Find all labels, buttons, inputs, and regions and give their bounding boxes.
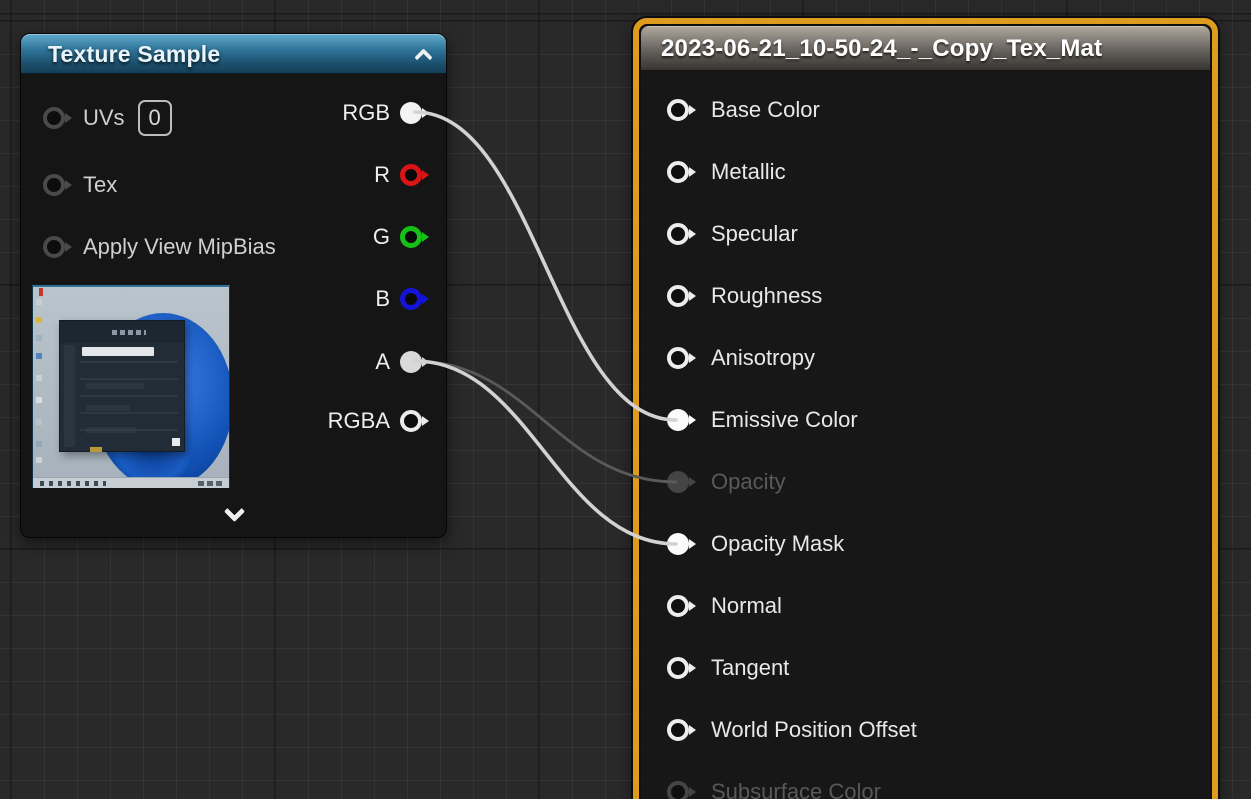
- pin-row-opacity-mask: Opacity Mask: [667, 528, 844, 560]
- tex-input-pin[interactable]: [43, 174, 73, 196]
- opacity-pin[interactable]: [667, 471, 697, 493]
- specular-pin[interactable]: [667, 223, 697, 245]
- pin-row-opacity: Opacity: [667, 466, 786, 498]
- output-pin-row-r: R: [374, 159, 430, 191]
- opacity-mask-pin[interactable]: [667, 533, 697, 555]
- pin-row-emissive-color: Emissive Color: [667, 404, 858, 436]
- pin-row-world-position-offset: World Position Offset: [667, 714, 917, 746]
- g-output-label: G: [373, 224, 390, 250]
- pin-row-anisotropy: Anisotropy: [667, 342, 815, 374]
- r-output-label: R: [374, 162, 390, 188]
- mipbias-input-label: Apply View MipBias: [83, 234, 276, 260]
- material-node-title: 2023-06-21_10-50-24_-_Copy_Tex_Mat: [661, 35, 1102, 63]
- subsurface-color-pin[interactable]: [667, 781, 697, 799]
- preview-desktop-icons-graphic: [36, 299, 42, 305]
- output-pin-row-rgb: RGB: [342, 97, 430, 129]
- preview-app-window-graphic: [59, 320, 185, 452]
- rgba-output-label: RGBA: [328, 408, 390, 434]
- world-position-offset-pin[interactable]: [667, 719, 697, 741]
- material-node-selection-border: 2023-06-21_10-50-24_-_Copy_Tex_Mat Base …: [633, 18, 1218, 799]
- pin-row-subsurface-color: Subsurface Color: [667, 776, 881, 799]
- r-output-pin[interactable]: [400, 164, 430, 186]
- tex-input-label: Tex: [83, 172, 117, 198]
- base-color-pin[interactable]: [667, 99, 697, 121]
- texture-sample-node-header[interactable]: Texture Sample: [21, 34, 446, 74]
- normal-pin[interactable]: [667, 595, 697, 617]
- pin-row-normal: Normal: [667, 590, 782, 622]
- texture-sample-node[interactable]: Texture Sample UVs 0 Tex Apply View MipB…: [20, 33, 447, 538]
- b-output-label: B: [375, 286, 390, 312]
- input-pin-row-mipbias: Apply View MipBias: [43, 231, 276, 263]
- rgb-output-pin[interactable]: [400, 102, 430, 124]
- material-output-node[interactable]: 2023-06-21_10-50-24_-_Copy_Tex_Mat Base …: [641, 26, 1210, 799]
- uvs-input-label: UVs: [83, 105, 125, 131]
- rgb-output-label: RGB: [342, 100, 390, 126]
- pin-row-specular: Specular: [667, 218, 798, 250]
- mipbias-input-pin[interactable]: [43, 236, 73, 258]
- a-output-pin[interactable]: [400, 351, 430, 373]
- b-output-pin[interactable]: [400, 288, 430, 310]
- g-output-pin[interactable]: [400, 226, 430, 248]
- pin-row-base-color: Base Color: [667, 94, 820, 126]
- a-output-label: A: [375, 349, 390, 375]
- output-pin-row-g: G: [373, 221, 430, 253]
- input-pin-row-uvs: UVs 0: [43, 102, 172, 134]
- input-pin-row-tex: Tex: [43, 169, 117, 201]
- output-pin-row-b: B: [375, 283, 430, 315]
- pin-row-tangent: Tangent: [667, 652, 789, 684]
- rgba-output-pin[interactable]: [400, 410, 430, 432]
- metallic-pin[interactable]: [667, 161, 697, 183]
- chevron-up-icon[interactable]: [414, 48, 432, 66]
- output-pin-row-rgba: RGBA: [328, 405, 430, 437]
- uvs-value-box[interactable]: 0: [138, 100, 172, 136]
- output-pin-row-a: A: [375, 346, 430, 378]
- chevron-down-icon[interactable]: [224, 501, 245, 522]
- pin-row-metallic: Metallic: [667, 156, 786, 188]
- material-node-header[interactable]: 2023-06-21_10-50-24_-_Copy_Tex_Mat: [641, 26, 1210, 71]
- texture-preview-thumbnail: [32, 285, 230, 488]
- preview-taskbar-graphic: [33, 477, 229, 488]
- texture-sample-node-title: Texture Sample: [48, 41, 220, 68]
- pin-row-roughness: Roughness: [667, 280, 822, 312]
- tangent-pin[interactable]: [667, 657, 697, 679]
- anisotropy-pin[interactable]: [667, 347, 697, 369]
- uvs-input-pin[interactable]: [43, 107, 73, 129]
- emissive-color-pin[interactable]: [667, 409, 697, 431]
- roughness-pin[interactable]: [667, 285, 697, 307]
- material-graph-canvas[interactable]: Texture Sample UVs 0 Tex Apply View MipB…: [0, 0, 1251, 799]
- preview-red-glyph: [39, 288, 43, 296]
